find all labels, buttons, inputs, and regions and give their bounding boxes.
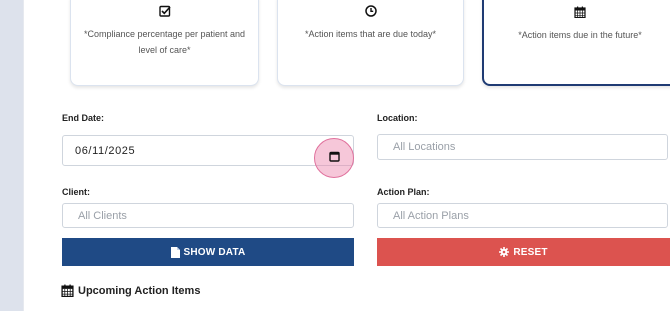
show-data-button[interactable]: SHOW DATA (62, 238, 354, 266)
section-title-text: Upcoming Action Items (78, 284, 201, 297)
location-label: Location: (377, 113, 418, 123)
client-placeholder: All Clients (78, 209, 127, 222)
calendar-icon (61, 284, 74, 297)
due-future-card-text: *Action items due in the future* (518, 30, 642, 40)
reset-label: RESET (513, 246, 548, 258)
location-placeholder: All Locations (393, 141, 456, 153)
action-plan-label: Action Plan: (377, 187, 430, 197)
clock-icon (278, 5, 463, 21)
calendar-icon (484, 6, 670, 22)
client-label: Client: (62, 187, 90, 197)
show-data-label: SHOW DATA (183, 246, 246, 258)
compliance-card[interactable]: *Compliance percentage per patient and l… (70, 0, 259, 86)
due-today-card[interactable]: *Action items that are due today* (277, 0, 464, 86)
end-date-input[interactable]: 06/11/2025 (62, 135, 354, 166)
file-icon (170, 246, 180, 258)
end-date-value: 06/11/2025 (75, 144, 136, 157)
end-date-label: End Date: (62, 113, 105, 123)
compliance-card-text: *Compliance percentage per patient and l… (83, 29, 246, 55)
due-future-card[interactable]: *Action items due in the future* (482, 0, 670, 86)
upcoming-action-items-heading: Upcoming Action Items (61, 284, 200, 297)
date-picker-button[interactable] (314, 138, 354, 178)
due-today-card-text: *Action items that are due today* (304, 29, 437, 39)
checkbox-icon (71, 5, 258, 21)
reset-button[interactable]: RESET (377, 238, 670, 266)
client-select[interactable]: All Clients (62, 203, 354, 228)
location-select[interactable]: All Locations (377, 134, 668, 160)
action-plan-select[interactable]: All Action Plans (377, 203, 668, 228)
content-edge (23, 0, 46, 311)
calendar-icon (328, 149, 340, 167)
left-rail (0, 0, 23, 311)
action-plan-placeholder: All Action Plans (393, 209, 469, 222)
gear-icon (499, 247, 510, 257)
